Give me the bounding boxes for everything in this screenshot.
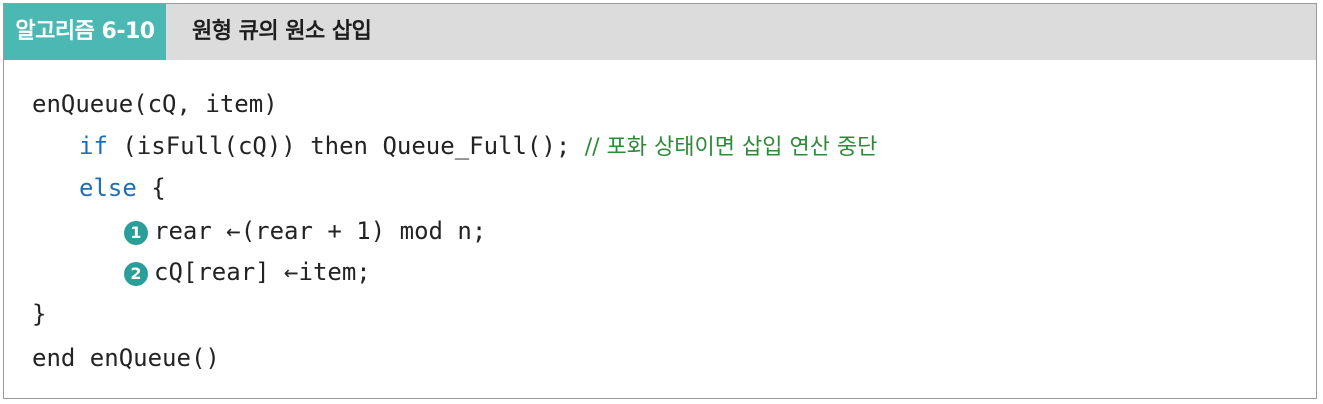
code-line-3: else { xyxy=(79,172,166,204)
code-line-5-body: cQ[rear] ←item; xyxy=(154,258,371,286)
algorithm-box: 알고리즘 6-10 원형 큐의 원소 삽입 enQueue(cQ, item) … xyxy=(3,3,1317,399)
code-line-1: enQueue(cQ, item) xyxy=(32,90,278,118)
step-marker-2: 2 xyxy=(124,262,148,286)
code-line-7: end enQueue() xyxy=(32,344,220,372)
code-comment: // 포화 상태이면 삽입 연산 중단 xyxy=(584,135,878,160)
code-line-2-body: (isFull(cQ)) then Queue_Full(); xyxy=(107,132,585,160)
code-line-4: 1 rear ←(rear + 1) mod n; xyxy=(124,215,486,247)
keyword-else: else xyxy=(79,174,137,202)
code-line-6: } xyxy=(32,300,47,328)
code-line-2: if (isFull(cQ)) then Queue_Full(); // 포화… xyxy=(79,130,877,162)
algorithm-number-tag: 알고리즘 6-10 xyxy=(4,4,166,60)
algorithm-title: 원형 큐의 원소 삽입 xyxy=(192,19,372,44)
code-line-3-body: { xyxy=(136,174,166,202)
keyword-if: if xyxy=(79,132,108,160)
code-line-5: 2 cQ[rear] ←item; xyxy=(124,256,371,288)
algorithm-header: 알고리즘 6-10 원형 큐의 원소 삽입 xyxy=(4,4,1316,60)
step-marker-1: 1 xyxy=(124,221,148,245)
code-line-4-body: rear ←(rear + 1) mod n; xyxy=(154,217,487,245)
